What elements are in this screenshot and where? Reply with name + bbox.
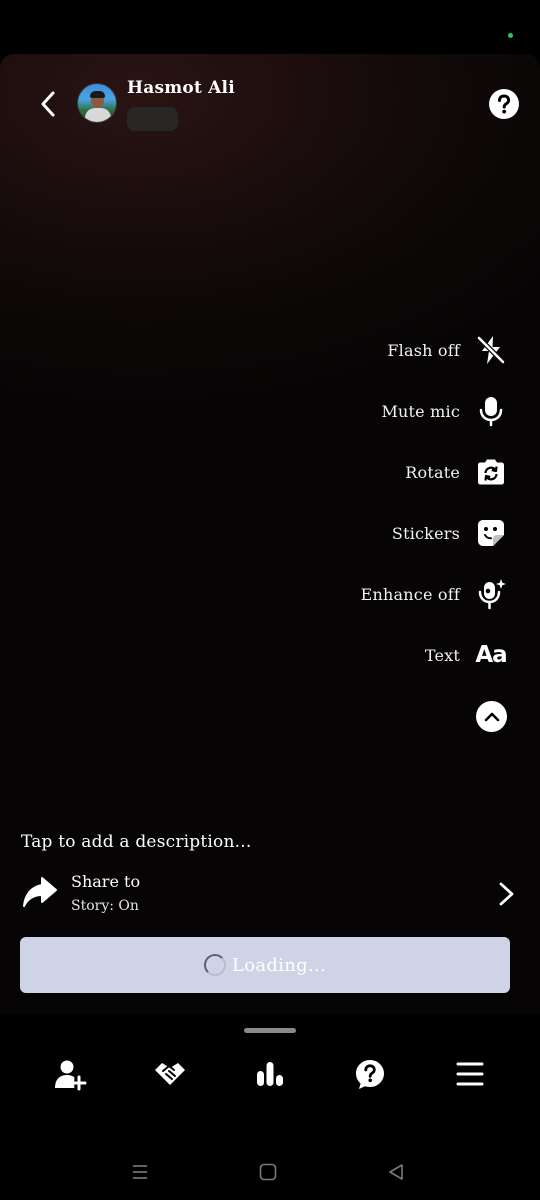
system-navigation-bar — [0, 1150, 540, 1194]
share-to-row[interactable]: Share to Story: On — [20, 868, 520, 920]
enhance-toggle[interactable]: Enhance off — [228, 574, 508, 614]
stickers-label: Stickers — [391, 523, 460, 543]
help-bubble-icon — [356, 1060, 384, 1089]
bottom-toolbar — [0, 1050, 540, 1100]
avatar[interactable] — [77, 83, 117, 123]
text-aa-icon: Aa — [475, 642, 507, 668]
menu-icon — [456, 1062, 484, 1086]
handshake-icon — [155, 1063, 185, 1085]
home-square-icon — [259, 1163, 277, 1181]
enhance-label: Enhance off — [360, 584, 460, 604]
stats-button[interactable] — [250, 1054, 290, 1094]
flash-toggle[interactable]: Flash off — [228, 330, 508, 370]
drag-handle[interactable] — [244, 1028, 296, 1033]
user-name: Hasmot Ali — [127, 78, 235, 98]
status-bar — [0, 0, 540, 54]
loading-spinner-icon — [203, 954, 226, 976]
rotate-camera-button[interactable]: Rotate — [228, 452, 508, 492]
more-menu-button[interactable] — [450, 1054, 490, 1094]
add-friend-icon — [55, 1060, 87, 1091]
help-button[interactable] — [488, 88, 520, 120]
microphone-icon — [474, 394, 508, 428]
rotate-camera-icon — [474, 455, 508, 489]
recent-apps-icon — [133, 1165, 147, 1179]
chevron-up-icon — [484, 712, 499, 721]
home-button[interactable] — [253, 1158, 283, 1186]
text-button[interactable]: Text Aa — [228, 635, 508, 675]
share-title: Share to — [71, 872, 141, 891]
viewer-count-pill — [127, 107, 178, 131]
rotate-label: Rotate — [405, 462, 460, 482]
share-subtitle: Story: On — [71, 898, 139, 914]
back-triangle-icon — [389, 1164, 403, 1180]
sticker-icon — [474, 516, 508, 550]
share-arrow-icon — [23, 877, 57, 907]
faq-button[interactable] — [350, 1054, 390, 1094]
mute-mic-toggle[interactable]: Mute mic — [228, 391, 508, 431]
stats-bars-icon — [257, 1062, 283, 1086]
collapse-menu-button[interactable] — [476, 701, 507, 732]
back-button[interactable] — [30, 86, 66, 122]
add-friend-button[interactable] — [50, 1054, 90, 1094]
flash-off-icon — [474, 333, 508, 367]
chevron-left-icon — [41, 91, 55, 117]
partner-button[interactable] — [150, 1054, 190, 1094]
description-input[interactable]: Tap to add a description... — [21, 832, 251, 852]
loading-label: Loading... — [231, 954, 327, 976]
status-indicator-dot — [508, 33, 513, 38]
go-live-button[interactable]: Loading... — [20, 937, 510, 993]
recent-apps-button[interactable] — [125, 1158, 155, 1186]
mute-mic-label: Mute mic — [381, 401, 460, 421]
system-back-button[interactable] — [381, 1158, 411, 1186]
enhance-icon — [474, 577, 508, 611]
chevron-right-icon — [499, 882, 514, 906]
question-circle-icon — [489, 89, 519, 119]
stickers-button[interactable]: Stickers — [228, 513, 508, 553]
text-label: Text — [424, 645, 460, 665]
flash-label: Flash off — [387, 340, 460, 360]
